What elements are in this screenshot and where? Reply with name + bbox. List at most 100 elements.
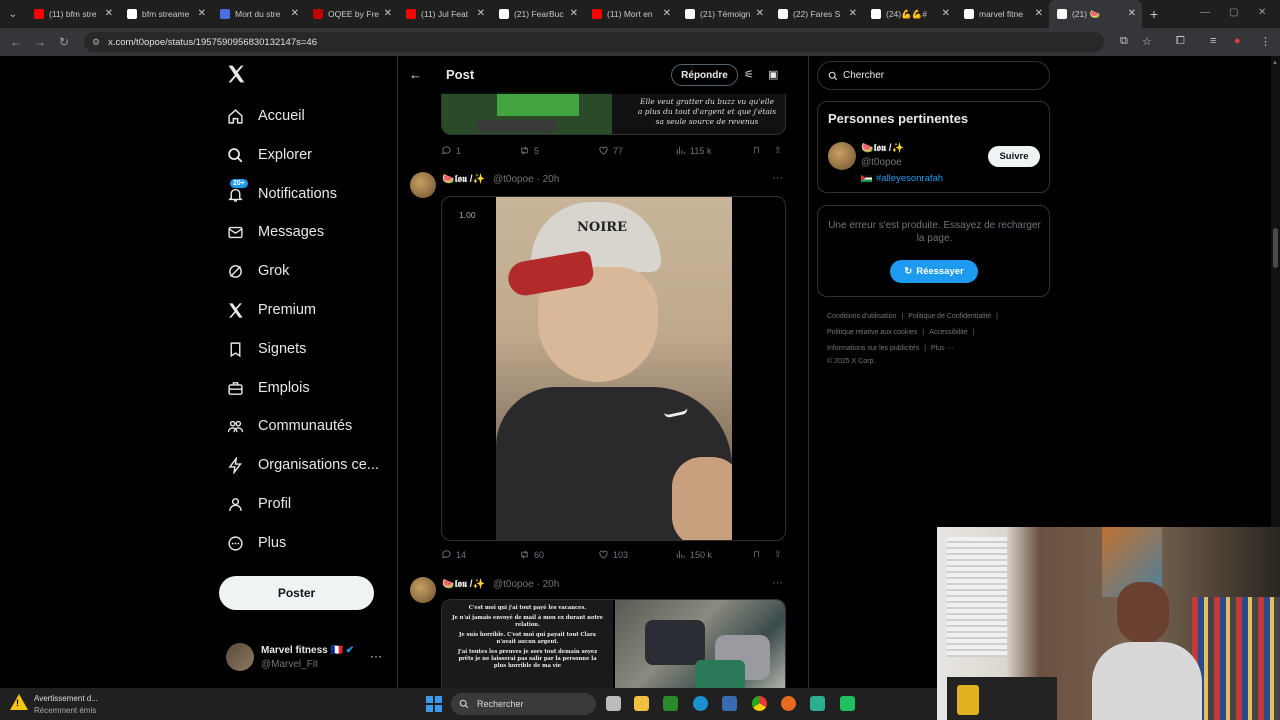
search-input[interactable]: Chercher: [817, 61, 1050, 90]
retry-button[interactable]: ↻ Réessayer: [890, 260, 978, 283]
footer-cookies-link[interactable]: Politique relative aux cookies: [827, 329, 917, 336]
scroll-up-icon[interactable]: ▲: [1272, 60, 1278, 66]
video-speed[interactable]: 1.00: [459, 210, 476, 220]
like-action[interactable]: 103: [598, 549, 628, 560]
edge-icon[interactable]: [693, 696, 708, 711]
browser-tab[interactable]: (11) Mort en ✕: [584, 0, 677, 28]
tab-close-icon[interactable]: ✕: [291, 8, 299, 19]
like-action[interactable]: 77: [598, 145, 623, 156]
follow-button[interactable]: Suivre: [988, 146, 1040, 167]
avatar[interactable]: [410, 577, 436, 603]
post-video[interactable]: 1.00 NOIRE: [441, 196, 786, 541]
reload-icon[interactable]: ↻: [52, 35, 76, 49]
browser-tab[interactable]: (21) FearBuc ✕: [491, 0, 584, 28]
author-handle-time[interactable]: @t0opoe · 20h: [493, 579, 559, 590]
share-icon[interactable]: ⇧: [774, 145, 782, 156]
browser-tab[interactable]: bfm streame ✕: [119, 0, 212, 28]
browser-tab[interactable]: (22) Fares S ✕: [770, 0, 863, 28]
person-handle[interactable]: @t0opoe: [861, 157, 902, 168]
close-window-icon[interactable]: ✕: [1258, 7, 1266, 18]
maximize-icon[interactable]: ▢: [1229, 7, 1238, 18]
nav-item-premium[interactable]: Premium: [226, 298, 316, 322]
avatar[interactable]: [828, 142, 856, 170]
browser-tab[interactable]: OQEE by Fre ✕: [305, 0, 398, 28]
share-icon[interactable]: ⇧: [774, 549, 782, 560]
file-explorer-icon[interactable]: [634, 696, 649, 711]
views-action[interactable]: 115 k: [675, 145, 711, 156]
tab-close-icon[interactable]: ✕: [1128, 8, 1136, 19]
tab-close-icon[interactable]: ✕: [384, 8, 392, 19]
nav-item-communautés[interactable]: Communautés: [226, 414, 352, 438]
windows-start-icon[interactable]: [426, 696, 442, 712]
app-icon[interactable]: [810, 696, 825, 711]
minimize-icon[interactable]: —: [1200, 7, 1210, 18]
tab-close-icon[interactable]: ✕: [849, 8, 857, 19]
bookmark-star-icon[interactable]: ☆: [1142, 35, 1152, 48]
back-arrow-icon[interactable]: ←: [409, 67, 422, 82]
reply-action[interactable]: 1: [441, 145, 461, 156]
author-name[interactable]: 🍉𝖑𝖔𝖚 /✨: [442, 174, 485, 185]
nav-item-notifications[interactable]: 20+ Notifications: [226, 179, 337, 206]
task-view-icon[interactable]: [606, 696, 621, 711]
tab-close-icon[interactable]: ✕: [942, 8, 950, 19]
repost-action[interactable]: 5: [519, 145, 539, 156]
nav-item-organisations-ce[interactable]: Organisations ce...: [226, 453, 379, 477]
tab-close-icon[interactable]: ✕: [663, 8, 671, 19]
repost-action[interactable]: 60: [519, 549, 544, 560]
author-handle-time[interactable]: @t0opoe · 20h: [493, 174, 559, 185]
avatar[interactable]: [410, 172, 436, 198]
more-options-icon[interactable]: ···: [772, 172, 783, 184]
reader-view-icon[interactable]: ▣: [768, 68, 778, 81]
tab-close-icon[interactable]: ✕: [1035, 8, 1043, 19]
nav-item-plus[interactable]: Plus: [226, 531, 286, 555]
bio-hashtag[interactable]: #alleyesonrafah: [876, 173, 943, 184]
photo-image[interactable]: [615, 600, 785, 688]
chrome-icon[interactable]: [752, 696, 767, 711]
game-app-icon[interactable]: [840, 696, 855, 711]
nav-item-signets[interactable]: Signets: [226, 337, 306, 361]
account-switcher[interactable]: Marvel fitness 🇫🇷 ✔ @Marvel_Fit ···: [226, 643, 386, 673]
bookmark-icon[interactable]: ⊓: [753, 145, 760, 156]
tab-close-icon[interactable]: ✕: [477, 8, 485, 19]
browser-tab[interactable]: (21) Témoign ✕: [677, 0, 770, 28]
x-logo-icon[interactable]: [226, 64, 246, 84]
tab-close-icon[interactable]: ✕: [756, 8, 764, 19]
install-app-icon[interactable]: ⧉: [1120, 35, 1128, 48]
filter-sliders-icon[interactable]: ⚟: [744, 68, 754, 81]
browser-tab[interactable]: (21) 🍉 ✕: [1049, 0, 1142, 28]
extensions-icon[interactable]: ⧠: [1176, 35, 1185, 48]
footer-terms-link[interactable]: Conditions d'utilisation: [827, 313, 896, 320]
browser-tab[interactable]: marvel fitne ✕: [956, 0, 1049, 28]
profile-avatar-icon[interactable]: ●: [1234, 35, 1241, 47]
footer-privacy-link[interactable]: Politique de Confidentialité: [908, 313, 991, 320]
views-action[interactable]: 150 k: [675, 549, 712, 560]
new-tab-button[interactable]: +: [1142, 6, 1166, 22]
reply-action[interactable]: 14: [441, 549, 466, 560]
tab-close-icon[interactable]: ✕: [570, 8, 578, 19]
nvidia-icon[interactable]: [663, 696, 678, 711]
nav-item-accueil[interactable]: Accueil: [226, 104, 305, 128]
tab-search-chevron-icon[interactable]: ⌄: [0, 0, 26, 28]
nav-item-messages[interactable]: Messages: [226, 220, 324, 244]
firefox-icon[interactable]: [781, 696, 796, 711]
nav-item-explorer[interactable]: Explorer: [226, 143, 312, 167]
post-image[interactable]: Elle veut gratter du buzz vu qu'elle a p…: [441, 92, 786, 135]
site-info-icon[interactable]: ⚙: [92, 37, 100, 48]
footer-accessibility-link[interactable]: Accessibilité: [929, 329, 968, 336]
tab-close-icon[interactable]: ✕: [198, 8, 206, 19]
reading-list-icon[interactable]: ≡: [1210, 35, 1216, 47]
post-images[interactable]: C'est moi qui j'ai tout payé les vacance…: [441, 599, 786, 688]
more-options-icon[interactable]: ···: [772, 577, 783, 589]
browser-tab[interactable]: (24)💪💪# ✕: [863, 0, 956, 28]
bookmark-icon[interactable]: ⊓: [753, 549, 760, 560]
back-arrow-icon[interactable]: ←: [4, 35, 28, 49]
nav-item-emplois[interactable]: Emplois: [226, 376, 310, 400]
browser-menu-icon[interactable]: ⋮: [1260, 35, 1271, 48]
url-field[interactable]: ⚙ x.com/t0opoe/status/195759095683013214…: [84, 32, 1104, 52]
text-image[interactable]: C'est moi qui j'ai tout payé les vacance…: [442, 600, 613, 688]
footer-more-link[interactable]: Plus ···: [931, 345, 954, 352]
reply-button[interactable]: Répondre: [671, 64, 738, 86]
tab-close-icon[interactable]: ✕: [105, 8, 113, 19]
store-icon[interactable]: [722, 696, 737, 711]
post-button[interactable]: Poster: [219, 576, 374, 610]
